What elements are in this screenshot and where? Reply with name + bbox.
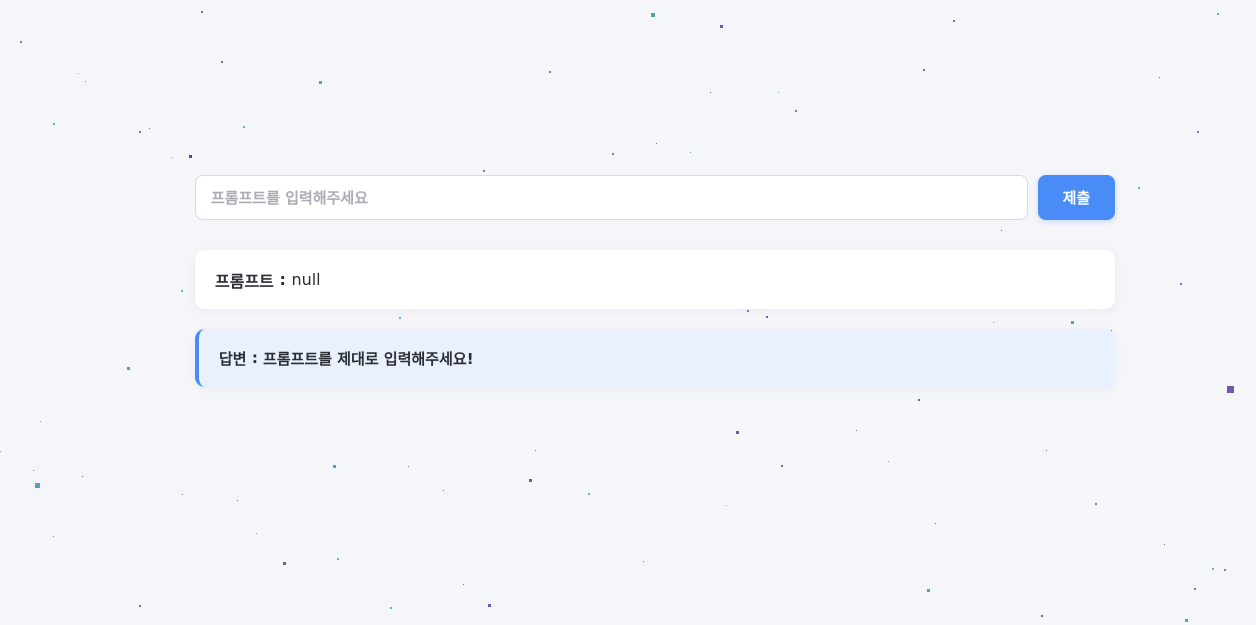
page: 제출 프롬프트 : null 답변 : 프롬프트를 제대로 입력해주세요! (0, 0, 1256, 625)
star-dot (399, 317, 401, 319)
star-dot (1138, 187, 1140, 189)
star-dot (85, 81, 86, 82)
star-dot (953, 20, 955, 22)
star-dot (1212, 568, 1214, 570)
star-dot (549, 71, 551, 73)
prompt-display-card: 프롬프트 : null (195, 250, 1115, 309)
star-dot (993, 322, 994, 323)
star-dot (127, 367, 130, 370)
star-dot (33, 470, 34, 471)
star-dot (237, 500, 238, 501)
star-dot (1194, 588, 1196, 590)
star-dot (1180, 283, 1182, 285)
star-dot (139, 605, 141, 607)
star-dot (710, 92, 711, 93)
star-dot (149, 128, 150, 129)
star-dot (333, 465, 336, 468)
star-dot (935, 523, 936, 524)
star-dot (181, 290, 183, 292)
star-dot (283, 562, 286, 565)
star-dot (927, 589, 930, 592)
star-dot (1041, 615, 1043, 617)
star-dot (189, 155, 192, 158)
star-dot (535, 450, 536, 451)
star-dot (0, 451, 1, 452)
star-dot (488, 604, 491, 607)
answer-separator: : (246, 349, 264, 367)
star-dot (243, 126, 245, 128)
star-dot (1185, 619, 1188, 622)
star-dot (139, 131, 141, 133)
star-dot (726, 505, 727, 506)
star-dot (390, 607, 392, 609)
star-dot (656, 143, 657, 144)
star-dot (319, 81, 322, 84)
star-dot (463, 584, 464, 585)
answer-display-card: 답변 : 프롬프트를 제대로 입력해주세요! (195, 329, 1115, 387)
star-dot (923, 69, 925, 71)
star-dot (918, 399, 920, 401)
star-dot (53, 123, 55, 125)
star-dot (612, 153, 614, 155)
star-dot (781, 465, 783, 467)
prompt-separator: : (273, 270, 292, 289)
prompt-label: 프롬프트 (215, 271, 274, 291)
star-dot (35, 483, 40, 488)
star-dot (221, 61, 223, 63)
prompt-form: 제출 (195, 175, 1115, 220)
star-dot (747, 310, 749, 312)
star-dot (1224, 569, 1226, 571)
star-dot (1159, 77, 1160, 78)
star-dot (408, 466, 409, 467)
answer-label: 답변 (219, 349, 247, 368)
star-dot (1095, 503, 1097, 505)
star-dot (1071, 321, 1074, 324)
star-dot (40, 421, 41, 422)
answer-value: 프롬프트를 제대로 입력해주세요! (263, 349, 474, 368)
star-dot (888, 461, 889, 462)
star-dot (443, 490, 444, 491)
star-dot (529, 479, 532, 482)
star-dot (1217, 13, 1219, 15)
star-dot (690, 152, 691, 153)
star-dot (795, 110, 797, 112)
star-dot (483, 170, 485, 172)
submit-button[interactable]: 제출 (1038, 175, 1115, 220)
star-dot (856, 430, 857, 431)
star-dot (1001, 230, 1002, 231)
star-dot (1227, 386, 1234, 393)
star-dot (201, 11, 203, 13)
starfield-background (0, 0, 1256, 625)
prompt-input[interactable] (195, 175, 1028, 220)
star-dot (736, 431, 739, 434)
star-dot (337, 558, 339, 560)
star-dot (78, 73, 79, 74)
star-dot (182, 494, 183, 495)
star-dot (1046, 450, 1047, 451)
star-dot (651, 13, 655, 17)
star-dot (1164, 544, 1165, 545)
star-dot (720, 25, 723, 28)
star-dot (172, 157, 173, 158)
star-dot (256, 533, 257, 534)
star-dot (1197, 131, 1199, 133)
star-dot (588, 493, 590, 495)
star-dot (766, 316, 768, 318)
star-dot (778, 92, 779, 93)
star-dot (20, 41, 22, 43)
star-dot (643, 561, 644, 562)
star-dot (82, 476, 83, 477)
prompt-value: null (291, 270, 321, 289)
star-dot (53, 536, 54, 537)
